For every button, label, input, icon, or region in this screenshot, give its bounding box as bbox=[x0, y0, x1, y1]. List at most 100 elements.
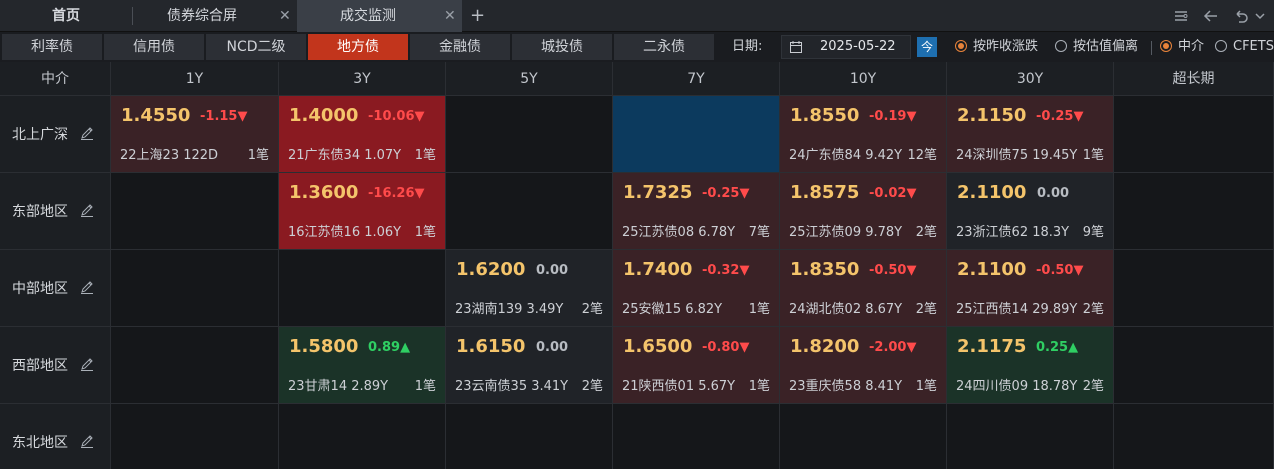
quote-cell[interactable]: 1.7400 -0.32▼ 25安徽15 6.82Y 1笔 bbox=[613, 250, 780, 327]
empty-cell[interactable] bbox=[279, 404, 446, 469]
row-header: 北上广深 bbox=[0, 96, 111, 173]
empty-cell[interactable] bbox=[446, 404, 613, 469]
empty-cell[interactable] bbox=[780, 404, 947, 469]
quote-cell[interactable]: 1.8200 -2.00▼ 23重庆债58 8.41Y 1笔 bbox=[780, 327, 947, 404]
close-icon[interactable]: ✕ bbox=[279, 0, 291, 32]
empty-cell[interactable] bbox=[111, 173, 279, 250]
quote-cell[interactable]: 1.8350 -0.50▼ 24湖北债02 8.67Y 2笔 bbox=[780, 250, 947, 327]
change-bp: -0.50▼ bbox=[1036, 263, 1084, 278]
change-bp: -10.06▼ bbox=[368, 109, 425, 124]
undo-icon[interactable] bbox=[1233, 8, 1249, 24]
empty-cell[interactable] bbox=[446, 173, 613, 250]
yield-value: 1.7325 bbox=[623, 182, 693, 203]
edit-pencil-icon[interactable] bbox=[80, 357, 94, 371]
trade-count: 2笔 bbox=[915, 225, 937, 240]
tab-trade-monitor[interactable]: 成交监测 ✕ bbox=[297, 0, 462, 32]
bond-name: 25江苏债09 9.78Y bbox=[789, 225, 903, 240]
yield-value: 1.8350 bbox=[790, 259, 860, 280]
today-button[interactable]: 今 bbox=[917, 37, 937, 57]
quote-cell[interactable]: 1.6500 -0.80▼ 21陕西债01 5.67Y 1笔 bbox=[613, 327, 780, 404]
edit-pencil-icon[interactable] bbox=[80, 203, 94, 217]
quote-cell[interactable]: 1.8575 -0.02▼ 25江苏债09 9.78Y 2笔 bbox=[780, 173, 947, 250]
empty-cell[interactable] bbox=[111, 327, 279, 404]
column-header[interactable]: 3Y bbox=[279, 62, 446, 96]
column-header[interactable]: 超长期 bbox=[1114, 62, 1274, 96]
empty-cell[interactable] bbox=[1114, 96, 1274, 173]
quote-cell[interactable]: 1.8550 -0.19▼ 24广东债84 9.42Y 12笔 bbox=[780, 96, 947, 173]
bond-name: 16江苏债16 1.06Y bbox=[288, 225, 402, 240]
empty-cell[interactable] bbox=[111, 250, 279, 327]
empty-cell[interactable] bbox=[1114, 404, 1274, 469]
tab-label: 成交监测 bbox=[340, 8, 396, 24]
column-header[interactable]: 1Y bbox=[111, 62, 279, 96]
column-header[interactable]: 10Y bbox=[780, 62, 947, 96]
yield-value: 1.6150 bbox=[456, 336, 526, 357]
tab-financial-bond[interactable]: 金融债 bbox=[410, 34, 510, 60]
tab-ncd-secondary[interactable]: NCD二级 bbox=[206, 34, 306, 60]
yield-value: 1.6500 bbox=[623, 336, 693, 357]
source-cfets-radio[interactable]: CFETS bbox=[1215, 34, 1274, 60]
date-picker[interactable]: 2025-05-22 bbox=[781, 35, 911, 59]
quote-cell[interactable]: 1.6200 0.00 23湖南139 3.49Y 2笔 bbox=[446, 250, 613, 327]
yield-value: 1.8575 bbox=[790, 182, 860, 203]
quote-cell[interactable]: 1.7325 -0.25▼ 25江苏债08 6.78Y 7笔 bbox=[613, 173, 780, 250]
empty-cell[interactable] bbox=[613, 404, 780, 469]
trade-count: 2笔 bbox=[1082, 302, 1104, 317]
empty-cell[interactable] bbox=[613, 96, 780, 173]
chevron-down-icon[interactable] bbox=[1254, 8, 1266, 24]
change-bp: 0.00 bbox=[536, 340, 569, 355]
settings-list-icon[interactable] bbox=[1173, 8, 1189, 24]
empty-cell[interactable] bbox=[111, 404, 279, 469]
tab-bond-overview[interactable]: 债券综合屏 ✕ bbox=[133, 0, 297, 32]
quote-cell[interactable]: 1.4000 -10.06▼ 21广东债34 1.07Y 1笔 bbox=[279, 96, 446, 173]
edit-pencil-icon[interactable] bbox=[80, 280, 94, 294]
sort-by-prev-close-radio[interactable]: 按昨收涨跌 bbox=[955, 34, 1038, 60]
change-bp: -0.25▼ bbox=[1036, 109, 1084, 124]
quote-cell[interactable]: 2.1100 -0.50▼ 25江西债14 29.89Y 2笔 bbox=[947, 250, 1114, 327]
empty-cell[interactable] bbox=[1114, 250, 1274, 327]
column-header[interactable]: 30Y bbox=[947, 62, 1114, 96]
bond-name: 24深圳债75 19.45Y bbox=[956, 148, 1078, 163]
tab-perpetual-bond[interactable]: 二永债 bbox=[614, 34, 714, 60]
tab-urban-investment-bond[interactable]: 城投债 bbox=[512, 34, 612, 60]
trade-count: 1笔 bbox=[1082, 148, 1104, 163]
empty-cell[interactable] bbox=[279, 250, 446, 327]
yield-value: 2.1175 bbox=[957, 336, 1027, 357]
quote-cell[interactable]: 2.1175 0.25▲ 24四川债09 18.78Y 2笔 bbox=[947, 327, 1114, 404]
yield-value: 1.4550 bbox=[121, 105, 191, 126]
quote-cell[interactable]: 2.1150 -0.25▼ 24深圳债75 19.45Y 1笔 bbox=[947, 96, 1114, 173]
tab-local-gov-bond[interactable]: 地方债 bbox=[308, 34, 408, 60]
yield-value: 1.7400 bbox=[623, 259, 693, 280]
empty-cell[interactable] bbox=[446, 96, 613, 173]
edit-pencil-icon[interactable] bbox=[80, 126, 94, 140]
yield-value: 1.5800 bbox=[289, 336, 359, 357]
sort-by-valuation-radio[interactable]: 按估值偏离 bbox=[1055, 34, 1138, 60]
date-value: 2025-05-22 bbox=[820, 39, 896, 54]
yield-value: 1.8200 bbox=[790, 336, 860, 357]
add-tab-icon[interactable]: + bbox=[470, 0, 485, 32]
change-bp: -2.00▼ bbox=[869, 340, 917, 355]
column-header[interactable]: 5Y bbox=[446, 62, 613, 96]
quote-cell[interactable]: 1.4550 -1.15▼ 22上海23 122D 1笔 bbox=[111, 96, 279, 173]
bond-name: 23浙江债62 18.3Y bbox=[956, 225, 1070, 240]
radio-dot-icon bbox=[1055, 40, 1067, 52]
quote-cell[interactable]: 1.5800 0.89▲ 23甘肃14 2.89Y 1笔 bbox=[279, 327, 446, 404]
quote-cell[interactable]: 2.1100 0.00 23浙江债62 18.3Y 9笔 bbox=[947, 173, 1114, 250]
empty-cell[interactable] bbox=[1114, 327, 1274, 404]
column-header[interactable]: 7Y bbox=[613, 62, 780, 96]
close-icon[interactable]: ✕ bbox=[444, 0, 456, 32]
edit-pencil-icon[interactable] bbox=[80, 434, 94, 448]
trade-count: 1笔 bbox=[915, 379, 937, 394]
tab-home[interactable]: 首页 bbox=[0, 0, 132, 32]
back-arrow-icon[interactable] bbox=[1203, 8, 1219, 24]
quote-cell[interactable]: 1.3600 -16.26▼ 16江苏债16 1.06Y 1笔 bbox=[279, 173, 446, 250]
quote-cell[interactable]: 1.6150 0.00 23云南债35 3.41Y 2笔 bbox=[446, 327, 613, 404]
empty-cell[interactable] bbox=[1114, 173, 1274, 250]
bond-name: 22上海23 122D bbox=[120, 148, 219, 163]
tab-credit-bond[interactable]: 信用债 bbox=[104, 34, 204, 60]
empty-cell[interactable] bbox=[947, 404, 1114, 469]
radio-label: 按昨收涨跌 bbox=[973, 39, 1039, 54]
trade-count: 1笔 bbox=[414, 225, 436, 240]
tab-rate-bond[interactable]: 利率债 bbox=[2, 34, 102, 60]
source-broker-radio[interactable]: 中介 bbox=[1160, 34, 1204, 60]
